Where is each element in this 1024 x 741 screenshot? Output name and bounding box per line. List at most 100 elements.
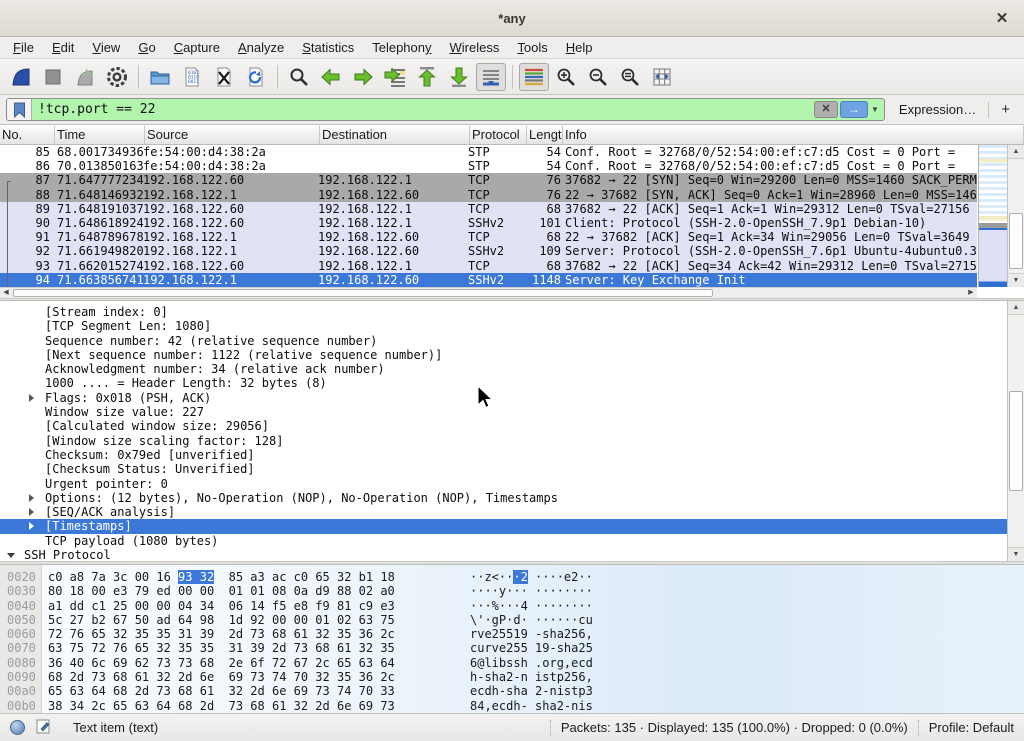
zoom-reset-icon[interactable] <box>615 63 645 91</box>
packet-row-88[interactable]: 8871.648146932192.168.122.1192.168.122.6… <box>0 188 977 202</box>
restart-capture-icon[interactable] <box>70 63 100 91</box>
menu-item-telephony[interactable]: Telephony <box>363 38 440 57</box>
detail-line-12[interactable]: Urgent pointer: 0 <box>0 477 1024 491</box>
column-header-destination[interactable]: Destination <box>320 126 470 144</box>
packet-list-vscrollbar[interactable]: ▲ ▼ <box>1007 145 1024 287</box>
packet-row-91[interactable]: 9171.648789678192.168.122.1192.168.122.6… <box>0 230 977 244</box>
detail-line-6[interactable]: Flags: 0x018 (PSH, ACK) <box>0 391 1024 405</box>
go-back-icon[interactable] <box>316 63 346 91</box>
add-filter-button[interactable]: + <box>999 101 1018 118</box>
detail-line-2[interactable]: Sequence number: 42 (relative sequence n… <box>0 334 1024 348</box>
capture-comment-icon[interactable] <box>36 718 51 737</box>
auto-scroll-icon[interactable] <box>476 63 506 91</box>
hex-row-0020[interactable]: 0020c0 a8 7a 3c 00 16 93 32 85 a3 ac c0 … <box>0 570 1024 584</box>
scroll-up-icon[interactable]: ▲ <box>1008 301 1024 315</box>
menu-item-help[interactable]: Help <box>557 38 602 57</box>
detail-line-4[interactable]: Acknowledgment number: 34 (relative ack … <box>0 362 1024 376</box>
packet-list-hscrollbar[interactable]: ◀ ▶ <box>0 287 977 298</box>
stop-capture-icon[interactable] <box>38 63 68 91</box>
packet-row-92[interactable]: 9271.661949820192.168.122.1192.168.122.6… <box>0 244 977 258</box>
menu-item-statistics[interactable]: Statistics <box>293 38 363 57</box>
menu-item-tools[interactable]: Tools <box>508 38 556 57</box>
packet-row-87[interactable]: 8771.647777234192.168.122.60192.168.122.… <box>0 173 977 187</box>
scroll-thumb[interactable] <box>1009 213 1023 269</box>
go-forward-icon[interactable] <box>348 63 378 91</box>
hex-row-00b0[interactable]: 00b038 34 2c 65 63 64 68 2d 73 68 61 32 … <box>0 699 1024 713</box>
detail-line-3[interactable]: [Next sequence number: 1122 (relative se… <box>0 348 1024 362</box>
display-filter-input[interactable] <box>32 99 812 120</box>
scroll-right-icon[interactable]: ▶ <box>965 288 977 298</box>
filter-apply-icon[interactable]: → <box>840 101 868 118</box>
menu-item-edit[interactable]: Edit <box>43 38 83 57</box>
hex-row-00a0[interactable]: 00a065 63 64 68 2d 73 68 61 32 2d 6e 69 … <box>0 684 1024 698</box>
reload-file-icon[interactable] <box>241 63 271 91</box>
hscroll-thumb[interactable] <box>13 289 713 297</box>
detail-line-1[interactable]: [TCP Segment Len: 1080] <box>0 319 1024 333</box>
packet-row-90[interactable]: 9071.648618924192.168.122.60192.168.122.… <box>0 216 977 230</box>
start-capture-icon[interactable] <box>6 63 36 91</box>
detail-line-11[interactable]: [Checksum Status: Unverified] <box>0 462 1024 476</box>
detail-line-16[interactable]: TCP payload (1080 bytes) <box>0 534 1024 548</box>
capture-options-icon[interactable] <box>102 63 132 91</box>
open-file-icon[interactable] <box>145 63 175 91</box>
expand-arrow-icon[interactable] <box>29 508 34 516</box>
packet-row-89[interactable]: 8971.648191037192.168.122.60192.168.122.… <box>0 202 977 216</box>
go-last-icon[interactable] <box>444 63 474 91</box>
packet-row-86[interactable]: 8670.013850163fe:54:00:d4:38:2aSTP54Conf… <box>0 159 977 173</box>
filter-bookmark-icon[interactable] <box>7 99 32 120</box>
column-header-source[interactable]: Source <box>145 126 320 144</box>
zoom-in-icon[interactable] <box>551 63 581 91</box>
hex-row-0030[interactable]: 003080 18 00 e3 79 ed 00 00 01 01 08 0a … <box>0 584 1024 598</box>
column-header-protocol[interactable]: Protocol <box>470 126 527 144</box>
profile-text[interactable]: Profile: Default <box>929 720 1014 735</box>
hex-row-0040[interactable]: 0040a1 dd c1 25 00 00 04 34 06 14 f5 e8 … <box>0 599 1024 613</box>
scroll-down-icon[interactable]: ▼ <box>1008 547 1024 561</box>
hex-row-0070[interactable]: 007063 75 72 76 65 32 35 35 31 39 2d 73 … <box>0 641 1024 655</box>
hex-row-0090[interactable]: 009068 2d 73 68 61 32 2d 6e 69 73 74 70 … <box>0 670 1024 684</box>
go-first-icon[interactable] <box>412 63 442 91</box>
close-icon[interactable]: ✕ <box>992 9 1012 29</box>
packet-row-94[interactable]: 9471.663856741192.168.122.1192.168.122.6… <box>0 273 977 287</box>
scroll-up-icon[interactable]: ▲ <box>1008 145 1024 159</box>
column-header-info[interactable]: Info <box>563 126 1024 144</box>
detail-line-0[interactable]: [Stream index: 0] <box>0 305 1024 319</box>
packet-row-85[interactable]: 8568.001734936fe:54:00:d4:38:2aSTP54Conf… <box>0 145 977 159</box>
hex-row-0080[interactable]: 008036 40 6c 69 62 73 73 68 2e 6f 72 67 … <box>0 656 1024 670</box>
detail-line-10[interactable]: Checksum: 0x79ed [unverified] <box>0 448 1024 462</box>
details-vscrollbar[interactable]: ▲ ▼ <box>1007 301 1024 561</box>
save-file-icon[interactable]: 010101100011 <box>177 63 207 91</box>
menu-item-wireless[interactable]: Wireless <box>441 38 509 57</box>
hex-row-0050[interactable]: 00505c 27 b2 67 50 ad 64 98 1d 92 00 00 … <box>0 613 1024 627</box>
menu-item-file[interactable]: File <box>4 38 43 57</box>
details-scroll-thumb[interactable] <box>1009 391 1023 491</box>
detail-line-13[interactable]: Options: (12 bytes), No-Operation (NOP),… <box>0 491 1024 505</box>
hex-row-0060[interactable]: 006072 76 65 32 35 35 31 39 2d 73 68 61 … <box>0 627 1024 641</box>
close-file-icon[interactable] <box>209 63 239 91</box>
collapse-arrow-icon[interactable] <box>7 553 15 558</box>
filter-history-caret-icon[interactable]: ▼ <box>868 105 882 114</box>
column-header-no[interactable]: No. <box>0 126 55 144</box>
menu-item-analyze[interactable]: Analyze <box>229 38 293 57</box>
detail-line-9[interactable]: [Window size scaling factor: 128] <box>0 434 1024 448</box>
detail-line-5[interactable]: 1000 .... = Header Length: 32 bytes (8) <box>0 376 1024 390</box>
expert-info-icon[interactable] <box>10 720 25 735</box>
zoom-out-icon[interactable] <box>583 63 613 91</box>
scroll-down-icon[interactable]: ▼ <box>1008 273 1024 287</box>
expand-arrow-icon[interactable] <box>29 494 34 502</box>
column-header-time[interactable]: Time <box>55 126 145 144</box>
scroll-left-icon[interactable]: ◀ <box>0 288 12 298</box>
filter-clear-icon[interactable]: ✕ <box>814 101 838 118</box>
detail-line-7[interactable]: Window size value: 227 <box>0 405 1024 419</box>
expand-arrow-icon[interactable] <box>29 394 34 402</box>
find-packet-icon[interactable] <box>284 63 314 91</box>
menu-item-capture[interactable]: Capture <box>165 38 229 57</box>
column-header-length[interactable]: Length <box>527 126 563 144</box>
menu-item-go[interactable]: Go <box>129 38 164 57</box>
intelligent-scrollbar-minimap[interactable] <box>978 145 1007 287</box>
detail-line-8[interactable]: [Calculated window size: 29056] <box>0 419 1024 433</box>
packet-row-93[interactable]: 9371.662015274192.168.122.60192.168.122.… <box>0 259 977 273</box>
expression-button[interactable]: Expression… <box>899 102 976 117</box>
expand-arrow-icon[interactable] <box>29 522 34 530</box>
detail-line-17[interactable]: SSH Protocol <box>0 548 1024 561</box>
detail-line-14[interactable]: [SEQ/ACK analysis] <box>0 505 1024 519</box>
